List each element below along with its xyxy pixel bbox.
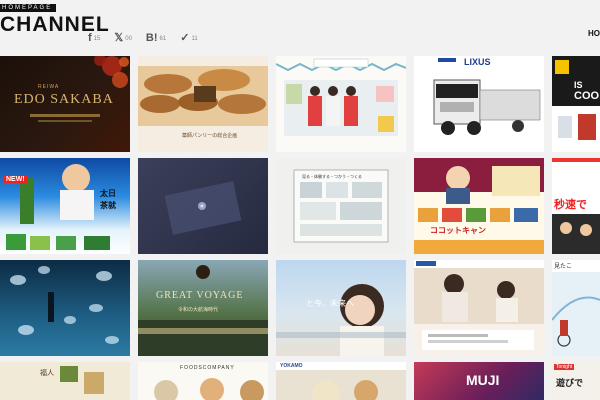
tile-label: Tonight: [554, 364, 575, 370]
social-share-bar: f 15 𝕏 00 B! 61 ✓ 11: [88, 31, 198, 45]
jellyfish-photo: [10, 266, 119, 344]
facebook-icon: f: [88, 31, 92, 44]
site-title: EDO SAKABA: [14, 92, 114, 107]
thumbnail-dark-desk[interactable]: [138, 158, 268, 254]
thumbnail-lixus-trucks[interactable]: LIXUS: [414, 56, 544, 152]
share-twitter[interactable]: 𝕏 00: [114, 31, 132, 44]
tile-heading: 福人: [40, 370, 54, 377]
thumbnail-foods-company[interactable]: FOODSCOMPANY: [138, 362, 268, 400]
hero-copy: と今、未来へ: [306, 299, 354, 308]
thumbnail-partial-red[interactable]: 秒速で: [552, 158, 600, 254]
desk-photo: [164, 181, 242, 235]
tile-heading: 太日: [100, 189, 116, 198]
voyage-title: GREAT VOYAGE: [156, 290, 244, 301]
nav-home-link[interactable]: HO: [588, 29, 600, 38]
tile-heading: 遊びで: [556, 378, 584, 388]
site-subtitle: REIWA: [38, 84, 60, 90]
cook-banner: [552, 56, 600, 140]
tile-subheading: 茶就: [100, 201, 116, 210]
illustrated-map: [293, 169, 389, 243]
brand-logo: MUJI: [466, 372, 500, 388]
share-count: 15: [93, 36, 101, 42]
thumbnail-edo-sakaba[interactable]: REIWA EDO SAKABA: [0, 56, 130, 152]
thumbnail-tea-drink[interactable]: NEW! 太日 茶就: [0, 158, 130, 254]
thumbnail-bakery[interactable]: 薬師パンリーの総合企画: [138, 56, 268, 152]
twitter-icon: 𝕏: [114, 32, 124, 44]
thumbnail-coscot-campaign[interactable]: ココットキャン: [414, 158, 544, 254]
school-photo: [276, 58, 406, 136]
truck-photo: [433, 58, 541, 135]
site-header: HOMEPAGE CHANNEL f 15 𝕏 00 B! 61 ✓ 11 HO: [0, 0, 600, 52]
share-pocket[interactable]: ✓ 11: [180, 31, 197, 44]
voyage-subtitle: 令和の大航海時代: [178, 307, 219, 313]
ryokan-banner: [60, 366, 104, 394]
tile-heading: 秒速で: [554, 199, 587, 211]
share-count: 11: [191, 36, 198, 42]
brand-logo: FOODSCOMPANY: [180, 365, 235, 371]
tile-caption: 薬師パンリーの総合企画: [182, 133, 238, 139]
tile-big-text: COO: [574, 90, 600, 102]
hatena-bookmark-icon: B!: [145, 31, 158, 44]
share-hatena[interactable]: B! 61: [146, 31, 166, 44]
thumbnail-smile-portrait[interactable]: と今、未来へ: [276, 260, 406, 356]
tile-heading: IS: [574, 80, 583, 90]
share-count: 61: [159, 36, 167, 42]
pocket-icon: ✓: [180, 32, 190, 44]
thumbnail-school-festival[interactable]: [276, 56, 406, 152]
thumbnail-partial-sky[interactable]: 見たこ: [552, 260, 600, 356]
family-photo: [414, 260, 544, 350]
brand-logo: LIXUS: [464, 57, 491, 67]
sky-photo: [552, 260, 600, 347]
new-badge: NEW!: [4, 176, 27, 183]
thumbnail-ramen[interactable]: YOKAMO: [276, 362, 406, 400]
share-count: 00: [125, 36, 132, 42]
campaign-banner: [414, 158, 544, 254]
campaign-text: ココットキャン: [430, 226, 486, 235]
map-title: 見る・体験する・つかう・つくる: [302, 174, 362, 179]
share-facebook[interactable]: f 15: [88, 31, 100, 44]
thumbnail-muji[interactable]: MUJI: [414, 362, 544, 400]
thumbnail-partial-tonight[interactable]: Tonight 遊びで: [552, 362, 600, 400]
thumbnail-aquarium[interactable]: [0, 260, 130, 356]
brand-logo: YOKAMO: [280, 363, 303, 369]
thumbnail-ryokan[interactable]: 福人: [0, 362, 130, 400]
thumbnail-illustrated-map[interactable]: 見る・体験する・つかう・つくる: [276, 158, 406, 254]
logo-top-text: HOMEPAGE: [0, 4, 57, 12]
thumbnail-great-voyage[interactable]: GREAT VOYAGE 令和の大航海時代: [138, 260, 268, 356]
thumbnail-family-photo[interactable]: [414, 260, 544, 356]
thumbnail-partial-cook[interactable]: IS COO: [552, 56, 600, 152]
tile-heading: 見たこ: [554, 264, 573, 270]
